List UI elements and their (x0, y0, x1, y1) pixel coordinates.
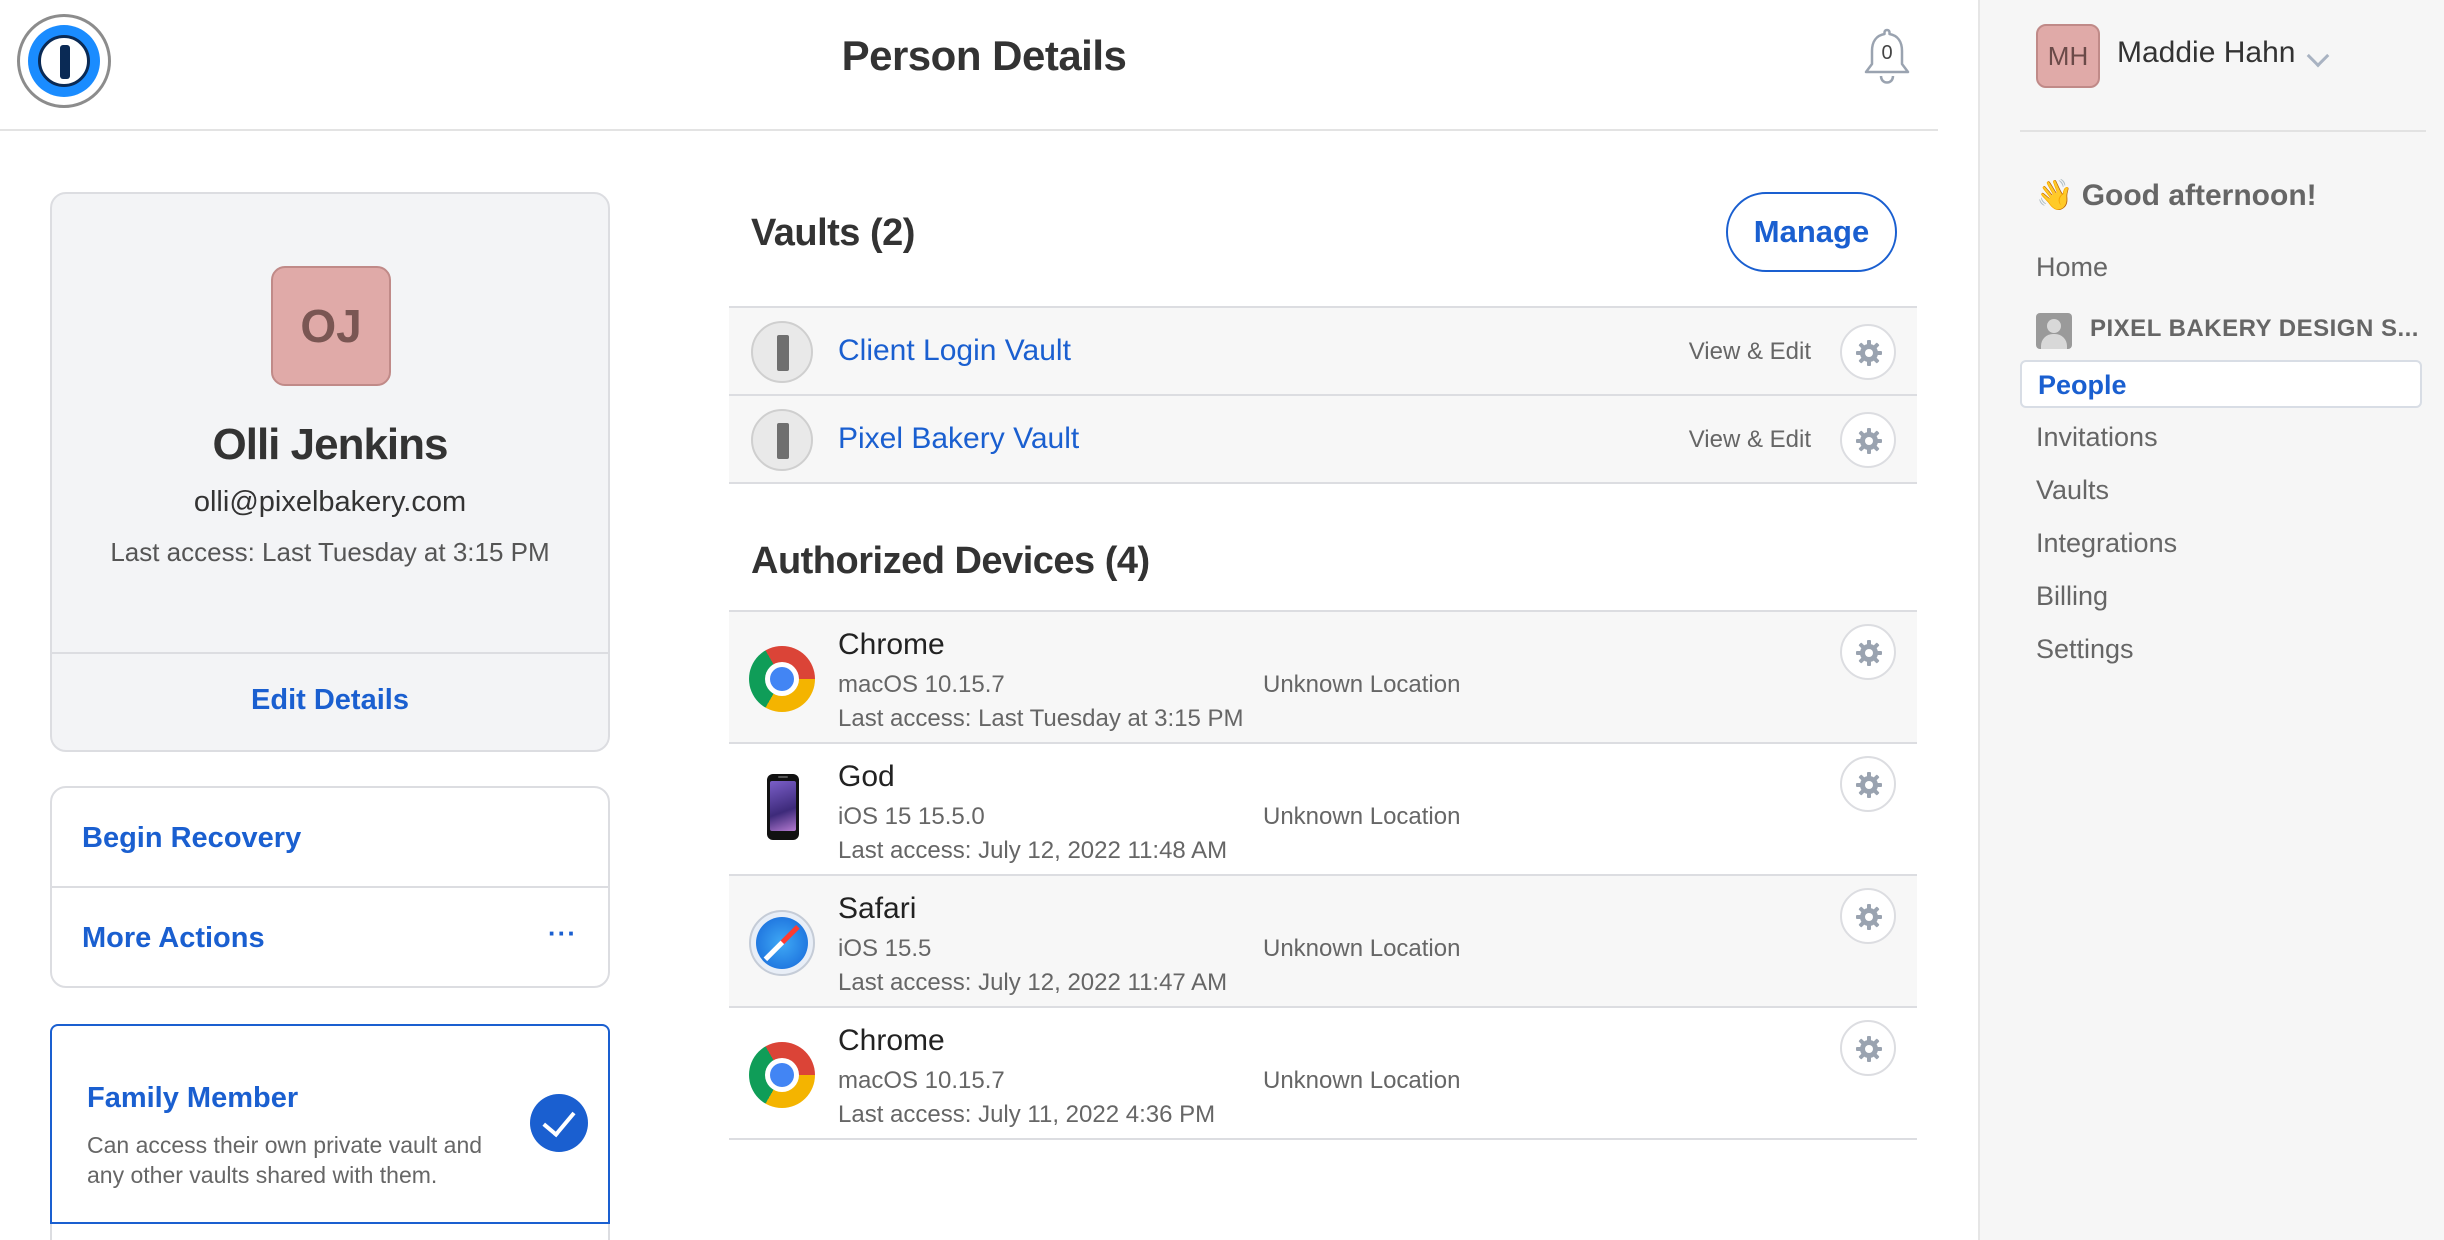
person-email: olli@pixelbakery.com (193, 486, 467, 518)
device-last-access: Last access: Last Tuesday at 3:15 PM (838, 705, 1244, 732)
gear-icon (1856, 640, 1882, 666)
checkmark-icon (530, 1094, 588, 1152)
sidebar-item-vaults[interactable]: Vaults (2036, 475, 2109, 506)
actions-card: Begin Recovery More Actions ··· (50, 786, 610, 988)
chrome-icon (749, 1042, 815, 1108)
device-location: Unknown Location (1263, 803, 1461, 830)
device-settings-button[interactable] (1840, 1020, 1896, 1076)
vault-row[interactable]: Client Login Vault View & Edit (729, 308, 1917, 396)
vault-icon (751, 321, 813, 383)
device-os: iOS 15 15.5.0 (838, 803, 985, 830)
sidebar-item-invitations[interactable]: Invitations (2036, 422, 2158, 453)
gear-icon (1856, 904, 1882, 930)
device-row[interactable]: God iOS 15 15.5.0 Last access: July 12, … (729, 744, 1917, 874)
vault-keyhole (777, 335, 789, 371)
sidebar-divider (2020, 130, 2426, 132)
vaults-heading: Vaults (2) (751, 212, 915, 254)
ellipsis-icon[interactable]: ··· (548, 918, 577, 949)
greeting-text: 👋 Good afternoon! (2036, 179, 2317, 212)
vault-permission: View & Edit (1688, 426, 1811, 453)
device-name: God (838, 760, 895, 793)
chevron-down-icon[interactable] (2306, 44, 2330, 68)
device-os: iOS 15.5 (838, 935, 932, 962)
device-location: Unknown Location (1263, 935, 1461, 962)
chrome-icon (749, 646, 815, 712)
device-location: Unknown Location (1263, 671, 1461, 698)
user-avatar[interactable]: MH (2036, 24, 2100, 88)
sidebar-item-home[interactable]: Home (2036, 252, 2108, 283)
table-divider (729, 1138, 1917, 1140)
right-sidebar: MH Maddie Hahn 👋 Good afternoon! Home PI… (1978, 0, 2444, 1240)
vault-name-link[interactable]: Pixel Bakery Vault (838, 422, 1079, 456)
device-settings-button[interactable] (1840, 756, 1896, 812)
device-name: Chrome (838, 628, 945, 661)
family-member-title: Family Member (87, 1082, 299, 1114)
vault-row[interactable]: Pixel Bakery Vault View & Edit (729, 396, 1917, 484)
sidebar-item-people[interactable]: People (2020, 360, 2422, 408)
vault-icon (751, 409, 813, 471)
sidebar-item-integrations[interactable]: Integrations (2036, 528, 2177, 559)
device-row[interactable]: Chrome macOS 10.15.7 Last access: Last T… (729, 612, 1917, 742)
next-option-card-edge (50, 1224, 610, 1240)
vault-settings-button[interactable] (1840, 412, 1896, 468)
notification-count: 0 (1881, 42, 1893, 64)
card-divider (52, 652, 608, 654)
sidebar-item-billing[interactable]: Billing (2036, 581, 2108, 612)
person-card: OJ Olli Jenkins olli@pixelbakery.com Las… (50, 192, 610, 752)
person-name: Olli Jenkins (212, 420, 449, 469)
vault-settings-button[interactable] (1840, 324, 1896, 380)
gear-icon (1856, 772, 1882, 798)
gear-icon (1856, 340, 1882, 366)
table-divider (729, 482, 1917, 484)
safari-icon (749, 910, 815, 976)
user-name[interactable]: Maddie Hahn (2117, 36, 2295, 70)
device-os: macOS 10.15.7 (838, 671, 1005, 698)
device-last-access: Last access: July 12, 2022 11:48 AM (838, 837, 1228, 864)
device-settings-button[interactable] (1840, 888, 1896, 944)
sidebar-item-label: PIXEL BAKERY DESIGN S... (2090, 315, 2419, 342)
edit-details-button[interactable]: Edit Details (52, 684, 608, 717)
more-actions-button[interactable]: More Actions (82, 922, 265, 955)
vault-name-link[interactable]: Client Login Vault (838, 334, 1071, 368)
device-row[interactable]: Chrome macOS 10.15.7 Last access: July 1… (729, 1008, 1917, 1138)
top-header: Person Details 0 (0, 0, 1938, 131)
devices-heading: Authorized Devices (4) (751, 540, 1150, 582)
device-name: Chrome (838, 1024, 945, 1057)
team-avatar-icon (2036, 313, 2072, 349)
device-row[interactable]: Safari iOS 15.5 Last access: July 12, 20… (729, 876, 1917, 1006)
page-title: Person Details (841, 32, 1127, 79)
gear-icon (1856, 1036, 1882, 1062)
device-os: macOS 10.15.7 (838, 1067, 1005, 1094)
gear-icon (1856, 428, 1882, 454)
iphone-icon (749, 774, 815, 844)
family-member-description: Can access their own private vault and a… (87, 1132, 483, 1188)
vault-permission: View & Edit (1688, 338, 1811, 365)
person-last-access: Last access: Last Tuesday at 3:15 PM (110, 537, 550, 567)
manage-vaults-button[interactable]: Manage (1726, 192, 1897, 272)
device-settings-button[interactable] (1840, 624, 1896, 680)
device-name: Safari (838, 892, 917, 925)
begin-recovery-button[interactable]: Begin Recovery (82, 822, 301, 855)
device-last-access: Last access: July 11, 2022 4:36 PM (838, 1101, 1216, 1128)
sidebar-item-settings[interactable]: Settings (2036, 634, 2134, 665)
family-member-option[interactable]: Family Member Can access their own priva… (50, 1024, 610, 1224)
card-divider (52, 886, 608, 888)
device-location: Unknown Location (1263, 1067, 1461, 1094)
device-last-access: Last access: July 12, 2022 11:47 AM (838, 969, 1228, 996)
vault-keyhole (777, 423, 789, 459)
person-avatar: OJ (271, 266, 391, 386)
